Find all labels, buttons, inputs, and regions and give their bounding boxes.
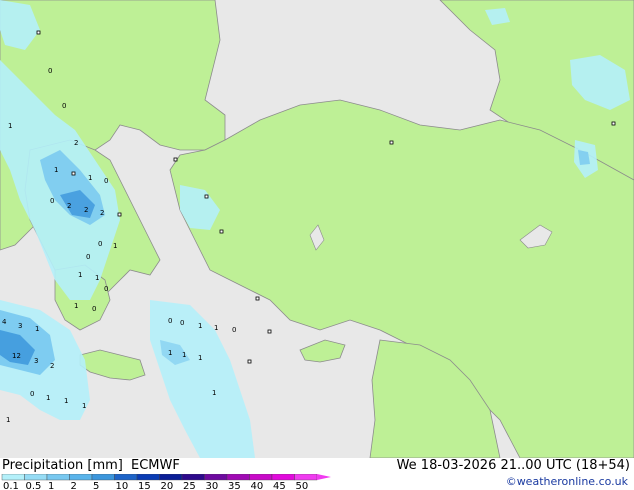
map-label: 1	[182, 351, 186, 359]
map-label: 2	[100, 209, 104, 217]
scale-tick-label: 10	[116, 481, 129, 490]
scale-box	[226, 474, 250, 481]
map-label: 1	[88, 174, 92, 182]
map-label: 12	[12, 352, 21, 360]
scale-tick-label: 50	[296, 481, 309, 490]
map-label: 1	[95, 274, 99, 282]
map-label: 0	[48, 67, 52, 75]
map-label: 1	[8, 122, 12, 130]
map-label: 2	[67, 202, 71, 210]
credit-link[interactable]: ©weatheronline.co.uk	[506, 475, 628, 488]
scale-box	[136, 474, 160, 481]
map-label: 3	[34, 357, 38, 365]
scale-tick-label: 45	[273, 481, 286, 490]
map-label: 1	[54, 166, 58, 174]
map-label: 0	[30, 390, 34, 398]
map-label: 1	[46, 394, 50, 402]
scale-box	[114, 474, 138, 481]
map-label: 1	[74, 302, 78, 310]
map-label: 3	[18, 322, 22, 330]
scale-box	[159, 474, 183, 481]
map-label: 0	[98, 240, 102, 248]
scale-box	[271, 474, 295, 481]
scale-box	[69, 474, 93, 481]
scale-box	[24, 474, 48, 481]
map-label: 1	[214, 324, 218, 332]
scale-arrow	[317, 474, 331, 480]
map-label: 1	[198, 354, 202, 362]
map-label: 1	[82, 402, 86, 410]
scale-ticks: 0.1 0.5 1 2 5 10 15 20 25 30 35 40 45 50	[3, 481, 308, 490]
map-label: 1	[64, 397, 68, 405]
map-label: 0	[180, 319, 184, 327]
scale-tick-label: 15	[138, 481, 151, 490]
map-label: 0	[62, 102, 66, 110]
map-label: 1	[212, 389, 216, 397]
map-label: 0	[232, 326, 236, 334]
scale-tick-label: 20	[161, 481, 174, 490]
scale-tick-label: 5	[93, 481, 99, 490]
map-label: 0	[50, 197, 54, 205]
scale-box	[181, 474, 205, 481]
scale-box	[46, 474, 70, 481]
map-label: 4	[2, 318, 7, 326]
scale-tick-label: 0.1	[3, 481, 19, 490]
scale-tick-label: 25	[183, 481, 196, 490]
scale-tick-label: 0.5	[26, 481, 42, 490]
map-label: 1	[113, 242, 117, 250]
scale-tick-label: 35	[228, 481, 241, 490]
map-label: 0	[104, 177, 108, 185]
map-label: 0	[168, 317, 172, 325]
map-label: 0	[92, 305, 96, 313]
model-label: ECMWF	[131, 458, 180, 473]
map-label: 0	[104, 285, 108, 293]
valid-time: We 18-03-2026 21..00 UTC (18+54)	[396, 458, 630, 473]
map-label: 0	[86, 253, 90, 261]
map-label: 1	[35, 325, 39, 333]
scale-tick-label: 1	[48, 481, 54, 490]
scale-tick-label: 40	[251, 481, 264, 490]
map-label: 2	[50, 362, 54, 370]
scale-box	[249, 474, 273, 481]
scale-box	[294, 474, 318, 481]
map-label: 1	[78, 271, 82, 279]
scale-color-boxes	[1, 474, 331, 481]
scale-box	[1, 474, 25, 481]
map-label: 2	[74, 139, 78, 147]
scale-box	[91, 474, 115, 481]
map-label: 1	[198, 322, 202, 330]
precipitation-map: 0 0 1 2 1 1 0 2 2 2 0 0 1 0 1 1 0 1 0 4 …	[0, 0, 634, 458]
precip-color-scale: 0.1 0.5 1 2 5 10 15 20 25 30 35 40 45 50	[1, 474, 331, 490]
scale-tick-label: 30	[206, 481, 219, 490]
product-label: Precipitation [mm]	[2, 458, 123, 473]
footer-bar: Precipitation [mm] ECMWF We 18-03-2026 2…	[0, 458, 634, 490]
map-label: 1	[6, 416, 10, 424]
map-label: 1	[168, 349, 172, 357]
map-label: 2	[84, 206, 88, 214]
scale-box	[204, 474, 228, 481]
map-title: Precipitation [mm] ECMWF	[2, 458, 180, 473]
scale-tick-label: 2	[71, 481, 77, 490]
